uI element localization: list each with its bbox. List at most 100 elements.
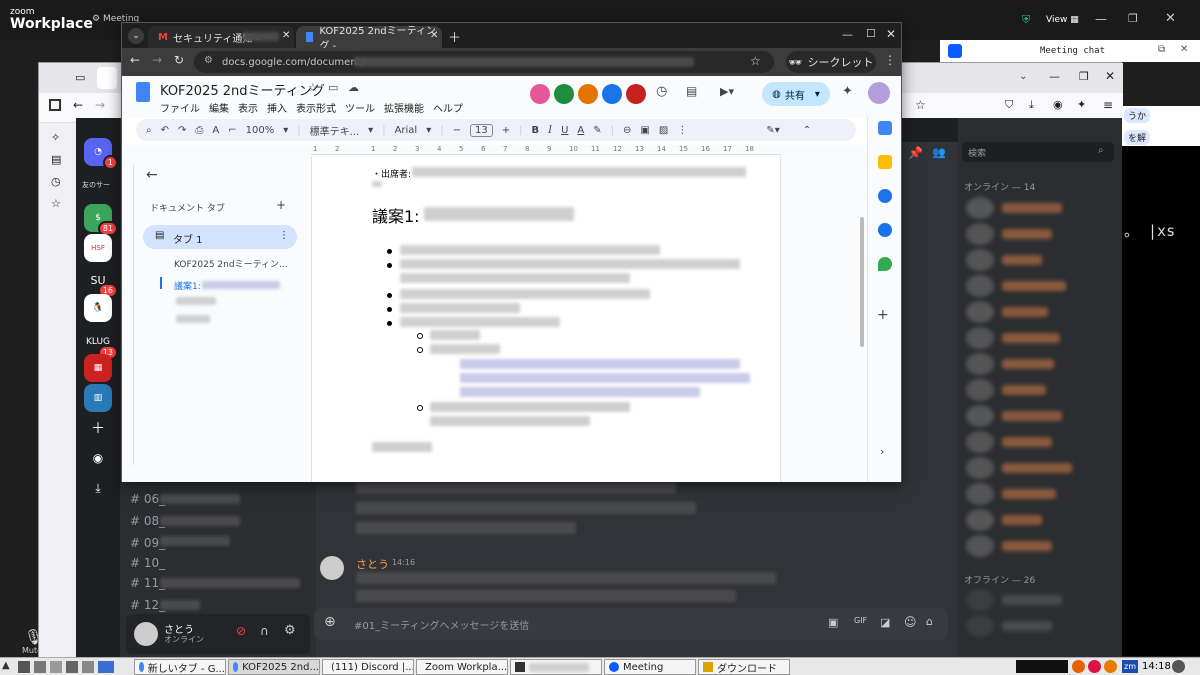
search-input[interactable]: 検索 ⌕ bbox=[962, 142, 1114, 162]
address-bar[interactable]: ⚙ docs.google.com/document/ ☆ bbox=[194, 51, 774, 73]
member-item[interactable] bbox=[966, 535, 1106, 557]
files-icon[interactable] bbox=[50, 661, 62, 673]
server-icon-2[interactable]: HSF bbox=[84, 234, 112, 262]
increase-font-icon[interactable]: + bbox=[502, 125, 510, 136]
message-composer[interactable]: ⊕ #01_ミーティングへメッセージを送信 ▣ GIF ◪ ☺ ⌂ bbox=[314, 608, 948, 640]
highlight-icon[interactable]: ✎ bbox=[593, 125, 601, 136]
tab-overview-icon[interactable]: ▭ bbox=[75, 71, 85, 84]
move-folder-icon[interactable]: ▭ bbox=[328, 81, 338, 94]
member-item[interactable] bbox=[966, 301, 1106, 323]
document-tab-item[interactable]: ▤ タブ 1 ⋮ bbox=[143, 225, 297, 249]
collapse-toolbar-icon[interactable]: ⌃ bbox=[803, 125, 811, 136]
outline-item-active[interactable]: 議案1: bbox=[174, 279, 201, 292]
server-icon-klug[interactable]: KLUG 13 bbox=[84, 328, 118, 360]
emoji-icon[interactable]: ☺ bbox=[904, 615, 917, 629]
menu-file[interactable]: ファイル bbox=[160, 100, 200, 115]
back-icon[interactable]: ← bbox=[73, 98, 83, 112]
tray-icon[interactable] bbox=[1088, 660, 1101, 673]
server-icon-3[interactable]: ▦ bbox=[84, 354, 112, 382]
firefox-tab-discord[interactable] bbox=[97, 67, 117, 89]
member-item[interactable] bbox=[966, 379, 1106, 401]
kebab-menu-icon[interactable]: ⋮ bbox=[884, 53, 896, 67]
tab-search-icon[interactable]: ⌄ bbox=[128, 28, 144, 44]
app-icon[interactable] bbox=[66, 661, 78, 673]
forward-icon[interactable]: → bbox=[95, 98, 105, 112]
member-item[interactable] bbox=[966, 275, 1106, 297]
taskbar-item[interactable]: KOF2025 2nd... bbox=[228, 659, 320, 675]
get-addons-icon[interactable]: + bbox=[877, 307, 889, 323]
cloud-status-icon[interactable]: ☁ bbox=[348, 81, 359, 94]
download-icon[interactable]: ⤓ bbox=[1029, 98, 1034, 112]
keep-icon[interactable] bbox=[878, 155, 892, 169]
pocket-icon[interactable]: ⛉ bbox=[1005, 98, 1013, 112]
member-item[interactable] bbox=[966, 589, 1106, 611]
menu-insert[interactable]: 挿入 bbox=[267, 100, 287, 115]
history-icon[interactable]: ◷ bbox=[656, 84, 667, 99]
channel-item[interactable]: # 10_ bbox=[130, 556, 165, 570]
pin-icon[interactable]: 📌 bbox=[908, 146, 923, 160]
mic-muted-icon[interactable]: ⊘ bbox=[236, 624, 246, 638]
member-item[interactable] bbox=[966, 353, 1106, 375]
restore-icon[interactable]: ❐ bbox=[1128, 12, 1138, 25]
text-color-icon[interactable]: A bbox=[577, 125, 584, 136]
search-menus-icon[interactable]: ⌕ bbox=[146, 125, 152, 136]
extensions-icon[interactable]: ✦ bbox=[1077, 98, 1086, 111]
new-tab-icon[interactable]: ＋ bbox=[448, 27, 461, 46]
close-tab-icon[interactable]: ✕ bbox=[282, 30, 290, 41]
sticker-icon[interactable]: ◪ bbox=[880, 616, 890, 629]
member-item[interactable] bbox=[966, 509, 1106, 531]
menu-icon[interactable]: ≡ bbox=[1103, 98, 1113, 112]
chevron-down-icon[interactable]: ⌄ bbox=[1019, 71, 1027, 82]
close-icon[interactable]: ✕ bbox=[1105, 69, 1115, 83]
taskbar-item[interactable]: (111) Discord |... bbox=[322, 659, 414, 675]
star-icon[interactable]: ☆ bbox=[308, 81, 318, 94]
calendar-icon[interactable] bbox=[878, 121, 892, 135]
undo-icon[interactable]: ↶ bbox=[161, 125, 169, 136]
ai-icon[interactable]: ✧ bbox=[51, 131, 60, 144]
taskbar-item[interactable] bbox=[510, 659, 602, 675]
outline-item[interactable]: KOF2025 2ndミーティン... bbox=[174, 257, 288, 270]
add-attachment-icon[interactable]: ⊕ bbox=[324, 614, 336, 630]
meet-icon[interactable]: ▶▾ bbox=[720, 85, 734, 98]
comments-icon[interactable]: ▤ bbox=[686, 84, 697, 98]
forward-icon[interactable]: → bbox=[152, 53, 162, 67]
restore-icon[interactable]: ❐ bbox=[1079, 70, 1089, 83]
terminal-icon[interactable] bbox=[34, 661, 46, 673]
message-avatar[interactable] bbox=[320, 556, 344, 580]
member-item[interactable] bbox=[966, 249, 1106, 271]
chevron-right-icon[interactable]: › bbox=[880, 445, 884, 458]
menu-extensions[interactable]: 拡張機能 bbox=[384, 100, 424, 115]
reload-icon[interactable]: ↻ bbox=[174, 53, 184, 67]
popout-icon[interactable]: ⧉ bbox=[1158, 44, 1165, 55]
menu-format[interactable]: 表示形式 bbox=[296, 100, 336, 115]
print-icon[interactable]: ⎙ bbox=[195, 125, 203, 136]
gift-icon[interactable]: ▣ bbox=[828, 616, 838, 629]
collaborator-avatar[interactable] bbox=[578, 84, 598, 104]
clock[interactable]: 14:18 bbox=[1142, 661, 1171, 672]
tab-options-icon[interactable]: ⋮ bbox=[279, 230, 289, 241]
document-title[interactable]: KOF2025 2ndミーティング bbox=[160, 80, 325, 99]
bookmark-star-icon[interactable]: ☆ bbox=[915, 98, 926, 112]
add-tab-icon[interactable]: + bbox=[276, 198, 286, 212]
member-item[interactable] bbox=[966, 197, 1106, 219]
tabs-icon[interactable]: ▤ bbox=[51, 153, 61, 166]
settings-gear-icon[interactable]: ⚙ bbox=[284, 623, 296, 638]
zoom-view-button[interactable]: View ▦ bbox=[1046, 15, 1079, 25]
close-icon[interactable]: ✕ bbox=[1165, 11, 1176, 26]
start-menu-icon[interactable]: ▲ bbox=[2, 660, 10, 671]
collaborator-avatar[interactable] bbox=[554, 84, 574, 104]
menu-help[interactable]: ヘルプ bbox=[433, 100, 463, 115]
member-item[interactable] bbox=[966, 223, 1106, 245]
tray-icon[interactable] bbox=[1104, 660, 1117, 673]
gamepad-icon[interactable]: ⌂ bbox=[926, 615, 933, 628]
member-item[interactable] bbox=[966, 457, 1106, 479]
taskbar-item[interactable]: Meeting bbox=[604, 659, 696, 675]
contacts-icon[interactable] bbox=[878, 223, 892, 237]
tab-kof2025-docs[interactable]: KOF2025 2ndミーティング - ✕ bbox=[296, 26, 442, 52]
close-chat-icon[interactable]: ✕ bbox=[1180, 44, 1188, 55]
minimize-icon[interactable]: — bbox=[842, 28, 853, 41]
link-icon[interactable]: ⊖ bbox=[623, 125, 631, 136]
editing-mode-icon[interactable]: ✎▾ bbox=[766, 125, 779, 136]
server-icon-4[interactable]: ▥ bbox=[84, 384, 112, 412]
account-icon[interactable]: ◉ bbox=[1053, 98, 1063, 111]
